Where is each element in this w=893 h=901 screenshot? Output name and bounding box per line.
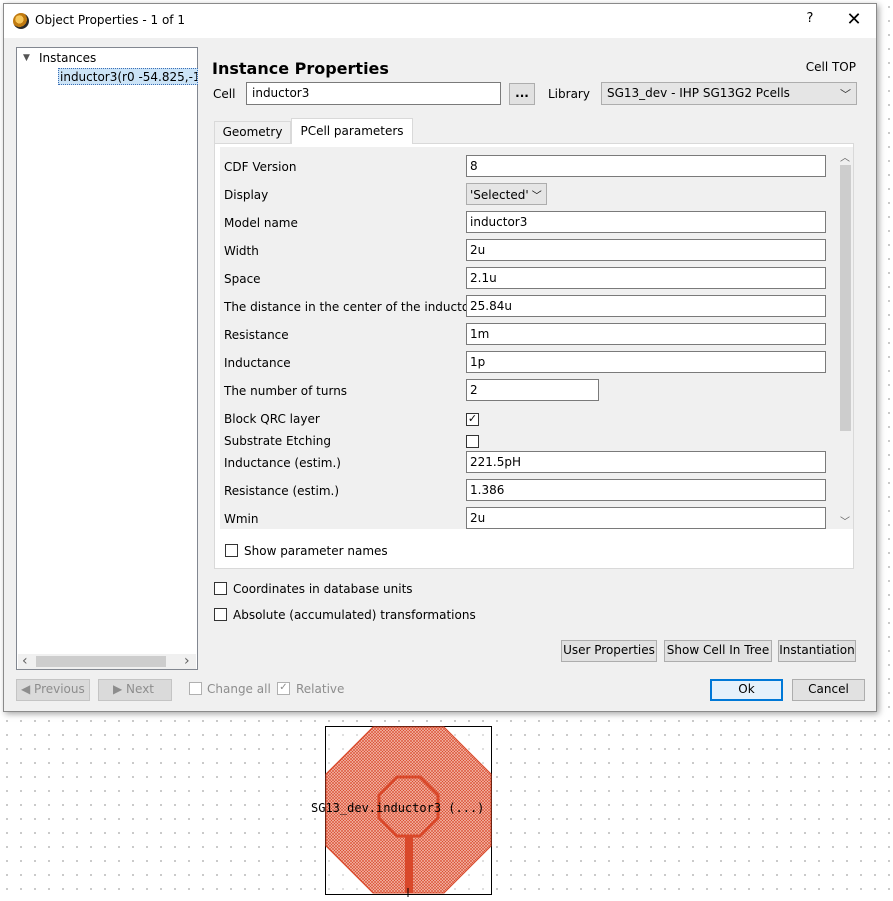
param-label: The distance in the center of the induct…	[224, 300, 475, 314]
previous-label: Previous	[34, 682, 85, 696]
coordinates-db-units-label[interactable]: Coordinates in database units	[233, 582, 413, 596]
param-label: Substrate Etching	[224, 434, 332, 448]
library-select[interactable]: SG13_dev - IHP SG13G2 Pcells	[601, 82, 857, 105]
chevron-down-icon: ﹀	[840, 88, 851, 101]
param-input[interactable]: 1.386	[466, 479, 826, 501]
param-input[interactable]: 1p	[466, 351, 826, 373]
tree-horizontal-scrollbar[interactable]: ‹ ›	[18, 653, 196, 669]
absolute-transformations-label[interactable]: Absolute (accumulated) transformations	[233, 608, 476, 622]
user-properties-button[interactable]: User Properties	[561, 640, 657, 662]
scrollbar-thumb[interactable]	[36, 656, 166, 667]
instance-tree[interactable]: ▼ Instances inductor3(r0 -54.825,-19.45 …	[16, 47, 198, 670]
parent-cell-label: Cell TOP	[805, 60, 856, 74]
coordinates-db-units-checkbox[interactable]	[214, 582, 227, 595]
cell-name-input[interactable]: inductor3	[246, 82, 501, 105]
close-icon[interactable]: ✕	[842, 9, 866, 33]
param-label: Wmin	[224, 512, 259, 526]
next-button[interactable]: ▶ Next	[98, 679, 172, 701]
expand-arrow-icon[interactable]: ▼	[23, 53, 30, 63]
show-parameter-names-checkbox[interactable]	[225, 544, 238, 557]
change-all-label[interactable]: Change all	[207, 682, 271, 696]
param-input[interactable]: 2.1u	[466, 267, 826, 289]
param-select-value: 'Selected'	[470, 188, 529, 202]
param-input[interactable]: 2u	[466, 507, 826, 529]
scrollbar-thumb[interactable]	[840, 165, 851, 431]
next-label: Next	[126, 682, 155, 696]
scroll-left-icon[interactable]: ‹	[22, 653, 28, 669]
previous-button[interactable]: ◀ Previous	[16, 679, 90, 701]
object-properties-dialog: Object Properties - 1 of 1 ? ✕ ▼ Instanc…	[3, 3, 877, 712]
library-label: Library	[548, 87, 590, 101]
change-all-checkbox[interactable]	[189, 682, 202, 695]
klayout-app-icon	[13, 13, 29, 29]
show-parameter-names-label[interactable]: Show parameter names	[244, 544, 388, 558]
relative-label[interactable]: Relative	[296, 682, 344, 696]
param-label: Resistance	[224, 328, 289, 342]
tree-root-instances[interactable]: Instances	[39, 51, 96, 65]
arrow-left-icon: ◀	[21, 682, 35, 696]
show-cell-in-tree-button[interactable]: Show Cell In Tree	[664, 640, 772, 662]
instance-label: SG13_dev.inductor3 (...)	[311, 801, 485, 815]
window-title: Object Properties - 1 of 1	[35, 13, 185, 27]
help-icon[interactable]: ?	[800, 11, 820, 31]
instantiation-button[interactable]: Instantiation	[778, 640, 856, 662]
param-input[interactable]: 221.5pH	[466, 451, 826, 473]
chevron-down-icon: ﹀	[528, 191, 542, 202]
param-label: Inductance (estim.)	[224, 456, 341, 470]
ok-button[interactable]: Ok	[710, 679, 783, 701]
param-label: Width	[224, 244, 259, 258]
parameter-vertical-scrollbar[interactable]: ︿ ﹀	[837, 147, 853, 529]
param-label: The number of turns	[224, 384, 348, 398]
instance-properties-heading: Instance Properties	[212, 59, 389, 78]
browse-cell-button[interactable]: ...	[509, 83, 535, 105]
scroll-right-icon[interactable]: ›	[184, 653, 190, 669]
pcell-parameter-list: CDF Version 8 Display 'Selected' ﹀ Model nam…	[220, 147, 838, 529]
scroll-up-icon[interactable]: ︿	[840, 149, 850, 164]
param-label: Display	[224, 188, 269, 202]
tree-item-instance[interactable]: inductor3(r0 -54.825,-19.45	[58, 68, 198, 85]
param-label: Resistance (estim.)	[224, 484, 340, 498]
param-input[interactable]: 1m	[466, 323, 826, 345]
param-label: CDF Version	[224, 160, 297, 174]
param-label: Model name	[224, 216, 298, 230]
arrow-right-icon: ▶	[113, 682, 127, 696]
param-checkbox-checked[interactable]: ✓	[466, 413, 479, 426]
param-checkbox[interactable]	[466, 435, 479, 448]
param-label: Space	[224, 272, 261, 286]
absolute-transformations-checkbox[interactable]	[214, 608, 227, 621]
tab-pcell-parameters[interactable]: PCell parameters	[291, 118, 413, 144]
param-input[interactable]: 8	[466, 155, 826, 177]
cell-label: Cell	[213, 87, 236, 101]
param-label: Inductance	[224, 356, 291, 370]
cancel-button[interactable]: Cancel	[792, 679, 865, 701]
title-bar[interactable]: Object Properties - 1 of 1 ? ✕	[4, 4, 876, 38]
param-input[interactable]: 2	[466, 379, 599, 401]
tab-geometry[interactable]: Geometry	[214, 121, 291, 143]
param-input[interactable]: 2u	[466, 239, 826, 261]
param-label: Block QRC layer	[224, 412, 320, 426]
scroll-down-icon[interactable]: ﹀	[840, 513, 850, 528]
param-input[interactable]: 25.84u	[466, 295, 826, 317]
relative-checkbox[interactable]: ✓	[277, 682, 290, 695]
param-input[interactable]: inductor3	[466, 211, 826, 233]
param-select[interactable]: 'Selected' ﹀	[466, 183, 547, 205]
